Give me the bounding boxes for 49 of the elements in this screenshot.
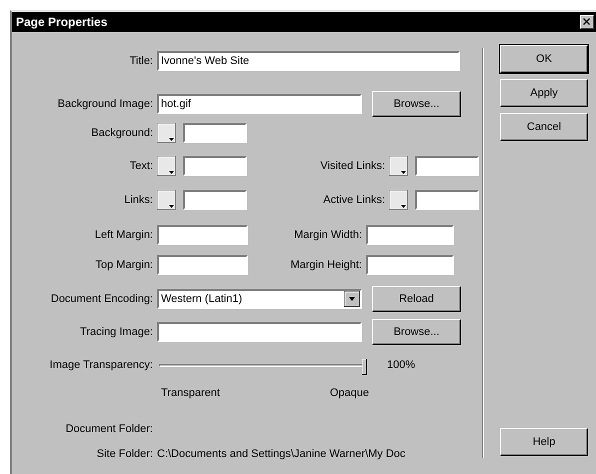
- browse-button[interactable]: Browse...: [372, 319, 461, 345]
- margin-input-field[interactable]: [157, 225, 248, 245]
- field-label: Site Folder:: [96, 448, 154, 460]
- color-swatch-button[interactable]: [389, 190, 408, 210]
- color-swatch-button[interactable]: [157, 156, 176, 176]
- slider-thumb[interactable]: [362, 359, 367, 375]
- site-folder-path: C:\Documents and Settings\Janine Warner\My Doc: [157, 448, 406, 460]
- color-swatch-button[interactable]: [389, 156, 408, 176]
- encoding-dropdown[interactable]: Western (Latin1): [157, 289, 362, 309]
- dialog-button[interactable]: Apply: [500, 79, 588, 107]
- color-input-field[interactable]: [183, 156, 247, 176]
- margin-input-field[interactable]: [366, 255, 454, 275]
- field-label: Text:: [128, 160, 154, 172]
- color-swatch-button[interactable]: [157, 123, 176, 143]
- margin-input-field[interactable]: [366, 225, 454, 245]
- field-label: Title:: [128, 55, 154, 67]
- color-input-field[interactable]: [415, 190, 479, 210]
- background-image-input-field[interactable]: hot.gif: [157, 94, 362, 114]
- field-label: Margin Width:: [293, 229, 363, 241]
- field-label: Active Links:: [322, 194, 386, 206]
- field-label: Document Folder:: [64, 423, 154, 435]
- field-label: Links:: [123, 194, 154, 206]
- transparency-reading: 100%: [387, 359, 416, 371]
- scale-label: Transparent: [161, 387, 220, 399]
- field-label: Margin Height:: [289, 259, 363, 271]
- color-input-field[interactable]: [183, 190, 247, 210]
- close-icon[interactable]: [580, 15, 594, 29]
- title-input-field[interactable]: Ivonne's Web Site: [157, 51, 460, 71]
- browse-button[interactable]: Browse...: [372, 91, 461, 117]
- window-title: Page Properties: [16, 15, 108, 29]
- help-button[interactable]: Help: [500, 428, 588, 456]
- dropdown-arrow-icon[interactable]: [344, 291, 360, 307]
- dialog-button[interactable]: OK: [500, 45, 588, 73]
- field-label: Top Margin:: [94, 259, 154, 271]
- dialog-button[interactable]: Cancel: [500, 113, 588, 141]
- field-label: Tracing Image:: [79, 326, 154, 338]
- tracing-image-input-field[interactable]: [157, 322, 362, 342]
- scale-label: Opaque: [330, 387, 369, 399]
- margin-input-field[interactable]: [157, 255, 248, 275]
- field-label: Background Image:: [56, 98, 154, 110]
- reload-button[interactable]: Reload: [372, 286, 461, 312]
- field-label: Image Transparency:: [48, 359, 154, 371]
- field-label: Document Encoding:: [50, 293, 154, 305]
- field-label: Visited Links:: [319, 160, 386, 172]
- field-label: Left Margin:: [94, 229, 154, 241]
- color-swatch-button[interactable]: [157, 190, 176, 210]
- color-input-field[interactable]: [183, 123, 247, 143]
- color-input-field[interactable]: [415, 156, 479, 176]
- field-label: Background:: [90, 127, 154, 139]
